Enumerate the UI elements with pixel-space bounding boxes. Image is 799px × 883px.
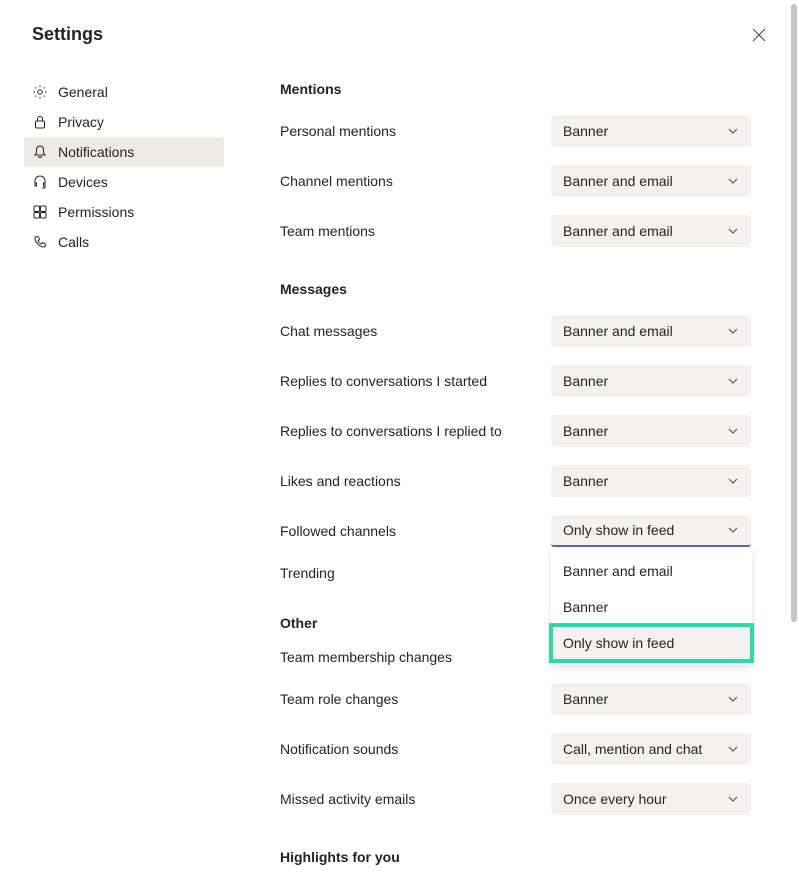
close-button[interactable] xyxy=(751,27,767,43)
setting-label: Missed activity emails xyxy=(280,791,415,807)
setting-label: Replies to conversations I started xyxy=(280,373,487,389)
dropdown-channel-mentions[interactable]: Banner and email xyxy=(551,165,751,197)
setting-label: Trending xyxy=(280,565,335,581)
dropdown-chat-messages[interactable]: Banner and email xyxy=(551,315,751,347)
dropdown-value: Banner xyxy=(563,691,608,707)
sidebar-item-label: General xyxy=(58,84,108,100)
chevron-down-icon xyxy=(727,125,739,137)
dropdown-missed-activity[interactable]: Once every hour xyxy=(551,783,751,815)
sidebar-item-label: Devices xyxy=(58,174,108,190)
section-title-highlights: Highlights for you xyxy=(280,849,751,865)
gear-icon xyxy=(32,84,48,100)
setting-row: Channel mentions Banner and email xyxy=(280,165,751,197)
dropdown-team-mentions[interactable]: Banner and email xyxy=(551,215,751,247)
page-title: Settings xyxy=(32,24,103,45)
dropdown-option-highlighted[interactable]: Only show in feed xyxy=(551,625,752,661)
chevron-down-icon xyxy=(727,475,739,487)
chevron-down-icon xyxy=(727,743,739,755)
dropdown-value: Call, mention and chat xyxy=(563,741,702,757)
scrollbar[interactable] xyxy=(791,4,797,622)
setting-row: Notification sounds Call, mention and ch… xyxy=(280,733,751,765)
sidebar-item-label: Permissions xyxy=(58,204,134,220)
phone-icon xyxy=(32,234,48,250)
setting-label: Chat messages xyxy=(280,323,377,339)
section-title-mentions: Mentions xyxy=(280,81,751,97)
sidebar: General Privacy Notifications Devices Pe… xyxy=(24,65,224,883)
sidebar-item-label: Calls xyxy=(58,234,89,250)
dropdown-value: Once every hour xyxy=(563,791,667,807)
chevron-down-icon xyxy=(727,225,739,237)
sidebar-item-devices[interactable]: Devices xyxy=(24,167,224,197)
dropdown-option[interactable]: Banner and email xyxy=(551,553,752,589)
dropdown-replies-started[interactable]: Banner xyxy=(551,365,751,397)
dropdown-value: Only show in feed xyxy=(563,522,674,538)
setting-row: Replies to conversations I started Banne… xyxy=(280,365,751,397)
chevron-down-icon xyxy=(727,693,739,705)
setting-label: Likes and reactions xyxy=(280,473,401,489)
sidebar-item-calls[interactable]: Calls xyxy=(24,227,224,257)
settings-main: Mentions Personal mentions Banner Channe… xyxy=(224,65,799,883)
setting-row: Likes and reactions Banner xyxy=(280,465,751,497)
settings-header: Settings xyxy=(0,0,799,65)
dropdown-menu-followed-channels: Banner and email Banner Only show in fee… xyxy=(551,549,752,665)
setting-label: Channel mentions xyxy=(280,173,393,189)
settings-content: General Privacy Notifications Devices Pe… xyxy=(0,65,799,883)
sidebar-item-label: Privacy xyxy=(58,114,104,130)
chevron-down-icon xyxy=(727,524,739,536)
sidebar-item-general[interactable]: General xyxy=(24,77,224,107)
dropdown-followed-channels[interactable]: Only show in feed Banner and email Banne… xyxy=(551,515,751,547)
setting-label: Followed channels xyxy=(280,523,396,539)
setting-row: Chat messages Banner and email xyxy=(280,315,751,347)
chevron-down-icon xyxy=(727,325,739,337)
dropdown-value: Banner xyxy=(563,123,608,139)
close-icon xyxy=(752,28,766,42)
dropdown-value: Banner and email xyxy=(563,173,673,189)
headset-icon xyxy=(32,174,48,190)
bell-icon xyxy=(32,144,48,160)
dropdown-value: Banner xyxy=(563,373,608,389)
sidebar-item-privacy[interactable]: Privacy xyxy=(24,107,224,137)
setting-row: Team role changes Banner xyxy=(280,683,751,715)
dropdown-likes-reactions[interactable]: Banner xyxy=(551,465,751,497)
dropdown-value: Banner and email xyxy=(563,323,673,339)
dropdown-replies-replied[interactable]: Banner xyxy=(551,415,751,447)
setting-row: Personal mentions Banner xyxy=(280,115,751,147)
sidebar-item-label: Notifications xyxy=(58,144,134,160)
setting-label: Notification sounds xyxy=(280,741,398,757)
setting-label: Team role changes xyxy=(280,691,398,707)
key-icon xyxy=(32,204,48,220)
sidebar-item-permissions[interactable]: Permissions xyxy=(24,197,224,227)
dropdown-value: Banner xyxy=(563,423,608,439)
dropdown-value: Banner and email xyxy=(563,223,673,239)
chevron-down-icon xyxy=(727,793,739,805)
lock-icon xyxy=(32,114,48,130)
dropdown-role-changes[interactable]: Banner xyxy=(551,683,751,715)
sidebar-item-notifications[interactable]: Notifications xyxy=(24,137,224,167)
dropdown-option[interactable]: Banner xyxy=(551,589,752,625)
chevron-down-icon xyxy=(727,425,739,437)
section-title-messages: Messages xyxy=(280,281,751,297)
setting-label: Replies to conversations I replied to xyxy=(280,423,502,439)
setting-label: Team mentions xyxy=(280,223,375,239)
dropdown-value: Banner xyxy=(563,473,608,489)
setting-row: Team mentions Banner and email xyxy=(280,215,751,247)
setting-row: Replies to conversations I replied to Ba… xyxy=(280,415,751,447)
setting-label: Team membership changes xyxy=(280,649,452,665)
setting-label: Personal mentions xyxy=(280,123,396,139)
dropdown-personal-mentions[interactable]: Banner xyxy=(551,115,751,147)
dropdown-notification-sounds[interactable]: Call, mention and chat xyxy=(551,733,751,765)
setting-row: Followed channels Only show in feed Bann… xyxy=(280,515,751,547)
chevron-down-icon xyxy=(727,375,739,387)
chevron-down-icon xyxy=(727,175,739,187)
setting-row: Missed activity emails Once every hour xyxy=(280,783,751,815)
